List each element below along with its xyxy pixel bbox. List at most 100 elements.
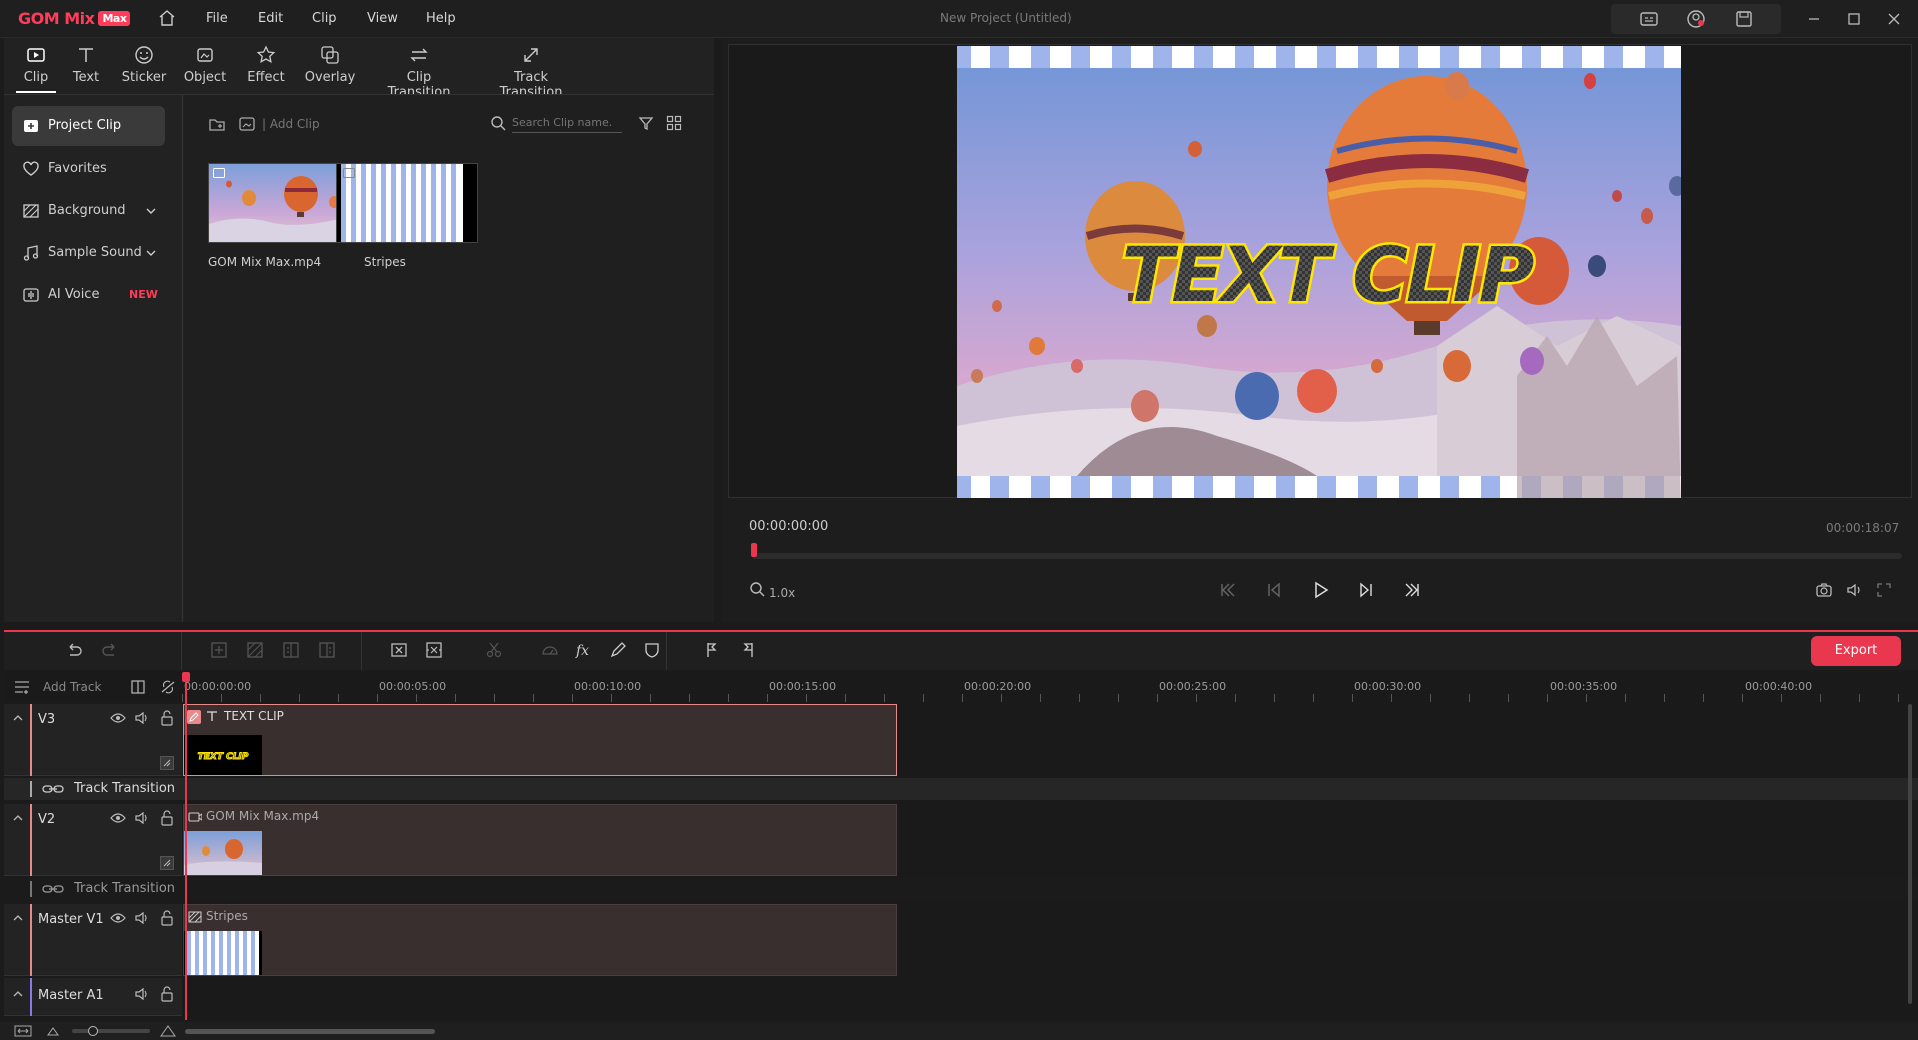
volume-icon[interactable] (1845, 581, 1863, 599)
sidebar-item-ai-voice[interactable]: AI Voice NEW (12, 275, 165, 315)
tab-clip[interactable]: Clip (16, 44, 56, 93)
undo-icon[interactable] (64, 640, 84, 660)
sidebar-item-favorites[interactable]: Favorites (12, 149, 165, 189)
tab-track-transition[interactable]: Track Transition (481, 44, 581, 100)
timeline-clip-video[interactable]: GOM Mix Max.mp4 (183, 804, 897, 876)
collapse-icon[interactable] (12, 988, 24, 1000)
track-transition-row[interactable]: Track Transition (4, 778, 1918, 800)
redo-icon[interactable] (100, 640, 120, 660)
resize-handle-icon[interactable] (160, 756, 174, 770)
export-button[interactable]: Export (1811, 636, 1901, 666)
menu-view[interactable]: View (367, 11, 398, 26)
zoom-in-icon[interactable] (160, 1025, 176, 1037)
account-icon[interactable] (1685, 8, 1707, 30)
lock-icon[interactable] (160, 910, 174, 926)
skip-to-start-icon[interactable] (1218, 580, 1238, 600)
prev-frame-icon[interactable] (1264, 580, 1284, 600)
toolbar-divider (361, 632, 362, 670)
ruler-time-label: 00:00:30:00 (1354, 680, 1422, 693)
tab-object[interactable]: Object (182, 44, 228, 85)
skip-to-end-icon[interactable] (1402, 580, 1422, 600)
mark-in-icon[interactable] (702, 640, 722, 660)
delete-clip-icon[interactable] (389, 640, 409, 660)
edit-pencil-icon[interactable] (608, 640, 628, 660)
maximize-icon[interactable] (1844, 9, 1864, 29)
home-icon[interactable] (158, 9, 176, 27)
lock-icon[interactable] (160, 710, 174, 726)
eye-icon[interactable] (110, 911, 126, 925)
add-media-icon[interactable] (238, 115, 256, 133)
speaker-icon[interactable] (134, 811, 150, 825)
timeline-clip-stripes[interactable]: Stripes (183, 904, 897, 976)
split-right-icon[interactable] (317, 640, 337, 660)
track-name: Master V1 (38, 912, 104, 927)
add-marker-icon[interactable] (209, 640, 229, 660)
menu-edit[interactable]: Edit (258, 11, 283, 26)
lock-icon[interactable] (160, 986, 174, 1002)
eye-icon[interactable] (110, 711, 126, 725)
clip-thumbnail-stripes[interactable] (336, 163, 478, 243)
snapshot-icon[interactable] (1815, 581, 1833, 599)
zoom-icon[interactable] (749, 581, 765, 597)
timeline-horizontal-scrollbar[interactable] (185, 1029, 435, 1034)
add-track-icon[interactable] (14, 680, 30, 694)
mark-out-icon[interactable] (738, 640, 758, 660)
collapse-icon[interactable] (12, 812, 24, 824)
add-clip-button[interactable]: | Add Clip (262, 117, 320, 131)
tab-text[interactable]: Text (66, 44, 106, 85)
fullscreen-icon[interactable] (1875, 581, 1893, 599)
snap-icon[interactable] (245, 640, 265, 660)
save-icon[interactable] (1733, 8, 1755, 30)
zoom-slider[interactable] (72, 1029, 150, 1033)
collapse-icon[interactable] (12, 712, 24, 724)
resize-handle-icon[interactable] (160, 856, 174, 870)
next-frame-icon[interactable] (1356, 580, 1376, 600)
menu-clip[interactable]: Clip (312, 11, 337, 26)
eye-icon[interactable] (110, 811, 126, 825)
sidebar-item-sample-sound[interactable]: Sample Sound (12, 233, 165, 273)
tab-clip-transition[interactable]: Clip Transition (374, 44, 464, 100)
minimize-icon[interactable] (1804, 9, 1824, 29)
track-transition-row[interactable]: Track Transition (4, 878, 1918, 900)
timeline-clip-text[interactable]: TEXT CLIP TEXT CLIP (183, 704, 897, 776)
sidebar-item-project-clip[interactable]: Project Clip (12, 106, 165, 146)
speed-icon[interactable] (540, 640, 560, 660)
timeline-ruler[interactable]: Add Track 00:00:00:00 00:00:05:00 00:00:… (4, 672, 1918, 702)
cut-icon[interactable] (484, 640, 504, 660)
fit-timeline-icon[interactable] (14, 1025, 32, 1037)
filter-icon[interactable] (638, 115, 654, 131)
add-track-label[interactable]: Add Track (43, 680, 101, 694)
menu-file[interactable]: File (206, 11, 228, 26)
speaker-icon[interactable] (134, 987, 150, 1001)
mask-icon[interactable] (642, 640, 662, 660)
sidebar-item-background[interactable]: Background (12, 191, 165, 231)
zoom-slider-thumb[interactable] (88, 1026, 98, 1036)
ai-voice-icon (22, 286, 40, 304)
fx-icon[interactable]: fx (574, 640, 594, 660)
ripple-delete-icon[interactable] (424, 640, 444, 660)
grid-view-icon[interactable] (666, 115, 682, 131)
menu-help[interactable]: Help (426, 11, 456, 26)
add-folder-icon[interactable] (208, 115, 226, 133)
playhead-marker[interactable] (751, 543, 757, 557)
speaker-icon[interactable] (134, 911, 150, 925)
background-clip-icon (188, 911, 202, 923)
playback-seekbar[interactable] (752, 553, 1902, 559)
track-layout-icon[interactable] (130, 679, 148, 695)
search-input[interactable] (512, 113, 622, 133)
tab-overlay[interactable]: Overlay (304, 44, 356, 85)
collapse-icon[interactable] (12, 912, 24, 924)
tab-effect[interactable]: Effect (244, 44, 288, 85)
speaker-icon[interactable] (134, 711, 150, 725)
split-left-icon[interactable] (281, 640, 301, 660)
link-icon[interactable] (159, 679, 177, 695)
play-icon[interactable] (1310, 580, 1330, 600)
zoom-out-icon[interactable] (46, 1025, 60, 1037)
clip-thumbnail-video[interactable] (208, 163, 350, 243)
timeline-vertical-scrollbar[interactable] (1908, 704, 1912, 1004)
close-icon[interactable] (1884, 9, 1904, 29)
tab-sticker[interactable]: Sticker (118, 44, 170, 85)
lock-icon[interactable] (160, 810, 174, 826)
subtitle-icon[interactable] (1638, 8, 1660, 30)
preview-video[interactable]: TEXT CLIP (957, 46, 1681, 498)
